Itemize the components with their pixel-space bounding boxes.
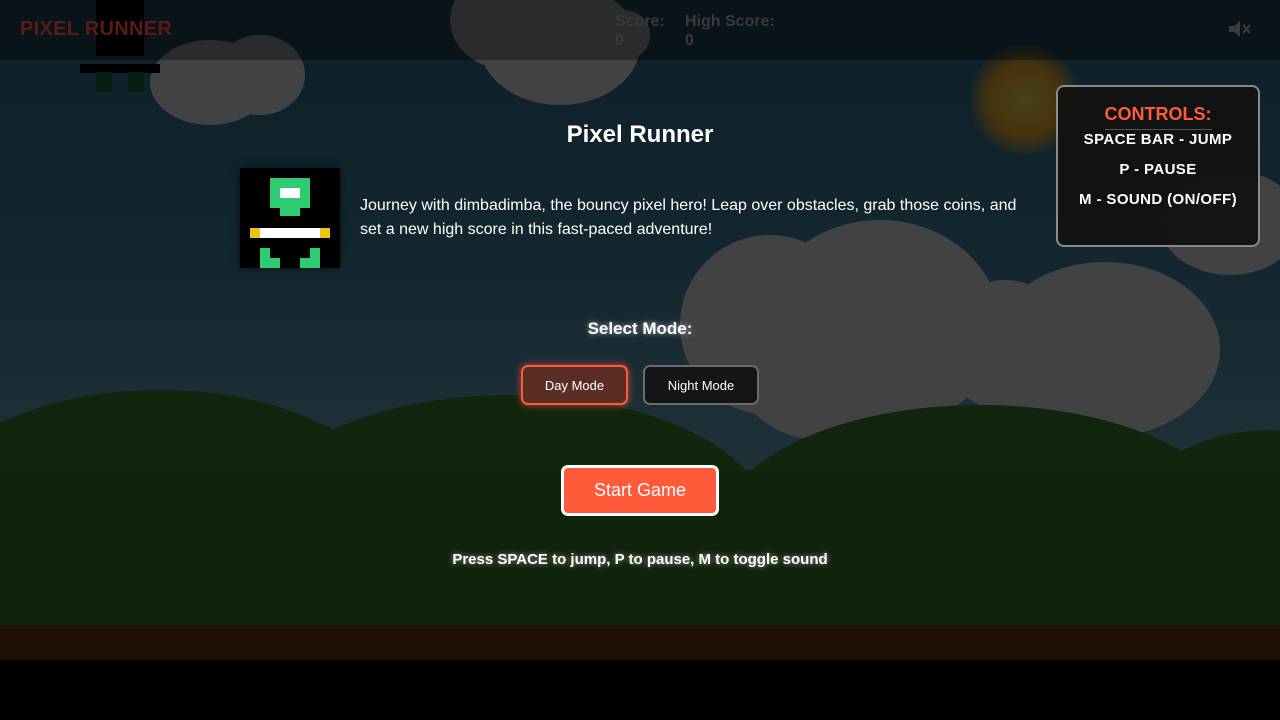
start-game-button[interactable]: Start Game — [561, 465, 719, 516]
hud-bar: PIXEL RUNNER Score: 0 High Score: 0 — [0, 0, 1280, 60]
high-score-display: High Score: 0 — [685, 12, 775, 50]
day-mode-button[interactable]: Day Mode — [521, 365, 628, 405]
score-label: Score: — [615, 13, 665, 30]
high-score-value: 0 — [685, 32, 694, 49]
control-pause: P - PAUSE — [1119, 161, 1197, 178]
night-mode-button[interactable]: Night Mode — [643, 365, 759, 405]
hero-portrait — [240, 168, 340, 268]
hud-title: PIXEL RUNNER — [20, 18, 173, 40]
controls-panel: CONTROLS: SPACE BAR - JUMP P - PAUSE M -… — [1056, 85, 1260, 247]
control-jump: SPACE BAR - JUMP — [1083, 131, 1233, 148]
score-value: 0 — [615, 32, 624, 49]
controls-title: CONTROLS: — [1104, 104, 1212, 130]
intro-text: Journey with dimbadimba, the bouncy pixe… — [360, 197, 1017, 238]
high-score-label: High Score: — [685, 13, 775, 30]
control-sound: M - SOUND (ON/OFF) — [1078, 191, 1237, 208]
speaker-muted-icon[interactable] — [1226, 17, 1252, 41]
bottom-void — [0, 660, 1280, 720]
select-mode-label: Select Mode: — [587, 319, 693, 338]
score-display: Score: 0 — [615, 12, 665, 50]
keyboard-hint: Press SPACE to jump, P to pause, M to to… — [452, 551, 828, 568]
